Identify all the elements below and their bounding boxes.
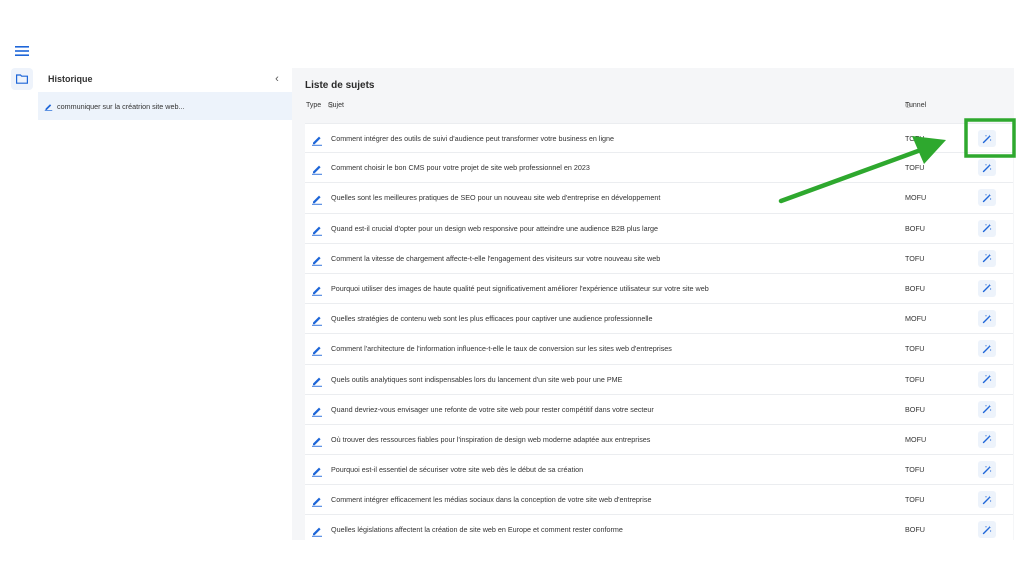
- row-tunnel: TOFU: [905, 465, 925, 475]
- magic-wand-icon[interactable]: [978, 249, 996, 267]
- table-row: Quelles stratégies de contenu web sont l…: [305, 304, 1013, 335]
- magic-wand-icon[interactable]: [978, 340, 996, 358]
- magic-wand-icon[interactable]: [978, 219, 996, 237]
- pencil-icon[interactable]: [311, 253, 323, 266]
- magic-wand-icon[interactable]: [978, 370, 996, 388]
- row-tunnel: TOFU: [905, 344, 925, 354]
- row-subject: Comment la vitesse de chargement affecte…: [331, 253, 661, 263]
- pencil-icon[interactable]: [311, 374, 323, 387]
- pencil-icon[interactable]: [311, 404, 323, 417]
- row-tunnel: TOFU: [905, 495, 925, 505]
- row-subject: Quels outils analytiques sont indispensa…: [331, 374, 623, 384]
- subjects-panel: Liste de sujets Type Sujet? Tunnel? Comm…: [292, 68, 1014, 540]
- pencil-icon[interactable]: [311, 162, 323, 175]
- row-subject: Comment intégrer des outils de suivi d'a…: [331, 134, 615, 143]
- row-tunnel: MOFU: [905, 314, 927, 324]
- row-subject: Pourquoi est-il essentiel de sécuriser v…: [331, 465, 584, 475]
- row-tunnel: TOFU: [905, 134, 925, 143]
- pencil-icon: [44, 103, 53, 111]
- magic-wand-icon[interactable]: [978, 461, 996, 479]
- page-title: Liste de sujets: [305, 80, 375, 91]
- pencil-icon[interactable]: [311, 133, 323, 146]
- table-row: Quels outils analytiques sont indispensa…: [305, 364, 1013, 395]
- row-tunnel: BOFU: [905, 404, 925, 414]
- pencil-icon[interactable]: [311, 283, 323, 296]
- magic-wand-icon[interactable]: [978, 159, 996, 177]
- row-subject: Quand devriez-vous envisager une refonte…: [331, 404, 654, 414]
- row-tunnel: MOFU: [905, 193, 927, 203]
- row-subject: Où trouver des ressources fiables pour l…: [331, 434, 651, 444]
- row-tunnel: BOFU: [905, 525, 925, 535]
- table-row: Comment la vitesse de chargement affecte…: [305, 243, 1013, 274]
- pencil-icon[interactable]: [311, 464, 323, 477]
- row-subject: Pourquoi utiliser des images de haute qu…: [331, 283, 709, 293]
- left-rail: [0, 0, 38, 576]
- magic-wand-icon[interactable]: [978, 189, 996, 207]
- row-tunnel: BOFU: [905, 283, 925, 293]
- pencil-icon[interactable]: [311, 494, 323, 507]
- column-header-tunnel: Tunnel?: [905, 102, 927, 109]
- column-header-subject: Sujet?: [328, 102, 344, 109]
- magic-wand-icon[interactable]: [978, 310, 996, 328]
- table-row: Quand est-il crucial d'opter pour un des…: [305, 213, 1013, 244]
- history-title: Historique: [48, 74, 93, 84]
- history-sidebar: Historique ‹ communiquer sur la créatrio…: [38, 68, 292, 120]
- history-header: Historique ‹: [38, 68, 292, 90]
- table-row: Quelles sont les meilleures pratiques de…: [305, 183, 1013, 214]
- table-row: Comment intégrer efficacement les médias…: [305, 485, 1013, 516]
- row-subject: Quelles stratégies de contenu web sont l…: [331, 314, 653, 324]
- row-subject: Quelles sont les meilleures pratiques de…: [331, 193, 661, 203]
- magic-wand-icon[interactable]: [978, 521, 996, 539]
- row-tunnel: MOFU: [905, 434, 927, 444]
- chevron-left-icon[interactable]: ‹: [270, 73, 284, 85]
- pencil-icon[interactable]: [311, 524, 323, 538]
- row-subject: Quand est-il crucial d'opter pour un des…: [331, 223, 659, 233]
- table-row: Quand devriez-vous envisager une refonte…: [305, 394, 1013, 425]
- magic-wand-icon[interactable]: [978, 279, 996, 297]
- table-row: Comment choisir le bon CMS pour votre pr…: [305, 153, 1013, 184]
- pencil-icon[interactable]: [311, 313, 323, 326]
- magic-wand-icon[interactable]: [978, 400, 996, 418]
- table-row: Comment intégrer des outils de suivi d'a…: [305, 123, 1013, 154]
- pencil-icon[interactable]: [311, 434, 323, 447]
- subjects-table: Comment intégrer des outils de suivi d'a…: [305, 123, 1013, 540]
- table-header: Type Sujet? Tunnel?: [306, 102, 927, 109]
- row-tunnel: TOFU: [905, 163, 925, 173]
- history-item-label: communiquer sur la créatrion site web...: [57, 101, 185, 111]
- row-subject: Comment choisir le bon CMS pour votre pr…: [331, 163, 590, 173]
- table-row: Où trouver des ressources fiables pour l…: [305, 424, 1013, 456]
- pencil-icon[interactable]: [311, 223, 323, 236]
- table-row: Quelles législations affectent la créati…: [305, 515, 1013, 540]
- pencil-icon[interactable]: [311, 343, 323, 357]
- table-row: Pourquoi utiliser des images de haute qu…: [305, 273, 1013, 305]
- row-subject: Comment l'architecture de l'information …: [331, 344, 672, 354]
- row-tunnel: TOFU: [905, 253, 925, 263]
- pencil-icon[interactable]: [311, 192, 323, 206]
- table-row: Pourquoi est-il essentiel de sécuriser v…: [305, 455, 1013, 486]
- magic-wand-icon[interactable]: [978, 130, 996, 147]
- folder-icon[interactable]: [11, 68, 33, 90]
- row-subject: Quelles législations affectent la créati…: [331, 525, 623, 535]
- hamburger-menu-icon[interactable]: [11, 40, 33, 62]
- magic-wand-icon[interactable]: [978, 430, 996, 448]
- row-tunnel: BOFU: [905, 223, 925, 233]
- magic-wand-icon[interactable]: [978, 491, 996, 509]
- row-subject: Comment intégrer efficacement les médias…: [331, 495, 652, 505]
- row-tunnel: TOFU: [905, 374, 925, 384]
- table-row: Comment l'architecture de l'information …: [305, 334, 1013, 365]
- history-item[interactable]: communiquer sur la créatrion site web...: [38, 92, 292, 120]
